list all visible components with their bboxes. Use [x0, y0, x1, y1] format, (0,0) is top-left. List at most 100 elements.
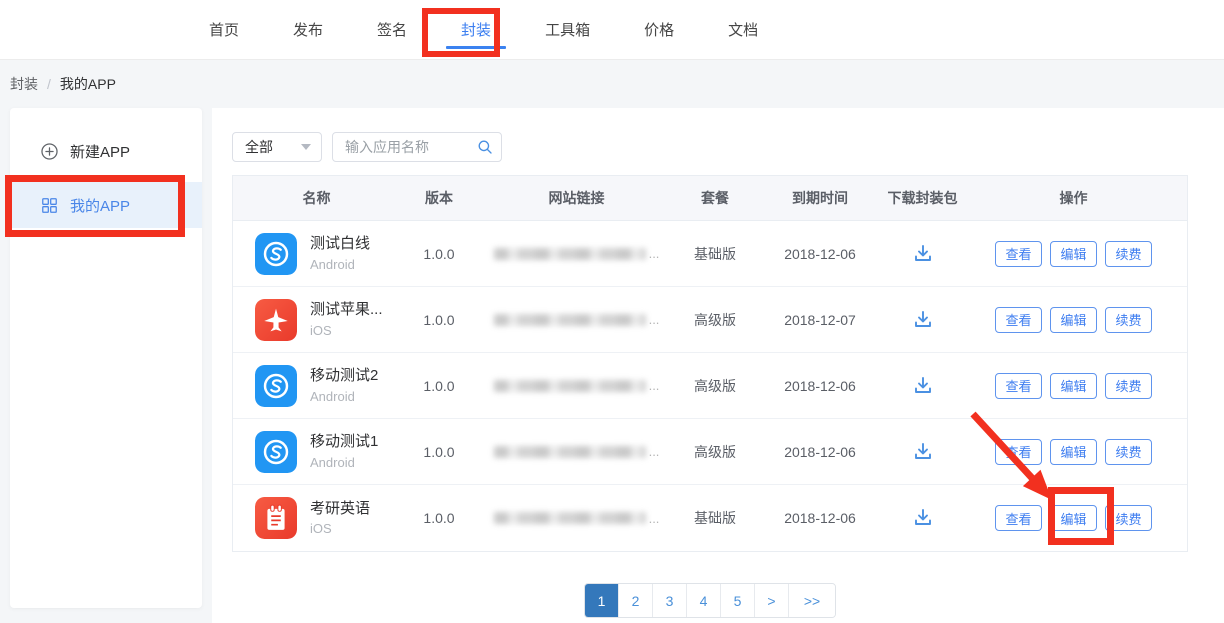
app-plan: 高级版 — [675, 442, 755, 462]
renew-button[interactable]: 续费 — [1105, 373, 1152, 399]
col-header-link: 网站链接 — [478, 188, 675, 208]
chevron-down-icon — [301, 144, 311, 150]
download-icon[interactable] — [911, 374, 935, 398]
page-4[interactable]: 4 — [687, 584, 721, 617]
app-plan: 基础版 — [675, 508, 755, 528]
app-expiry: 2018-12-07 — [755, 312, 885, 328]
redacted-link — [494, 380, 646, 392]
view-button[interactable]: 查看 — [995, 241, 1042, 267]
app-platform: iOS — [310, 521, 370, 536]
app-name: 移动测试2 — [310, 367, 378, 386]
page-1[interactable]: 1 — [585, 584, 619, 617]
breadcrumb-separator: / — [47, 76, 51, 92]
edit-button[interactable]: 编辑 — [1050, 241, 1097, 267]
nav-tab-docs[interactable]: 文档 — [726, 0, 760, 59]
app-icon-airplane — [255, 299, 297, 341]
renew-button[interactable]: 续费 — [1105, 307, 1152, 333]
renew-button[interactable]: 续费 — [1105, 505, 1152, 531]
app-version: 1.0.0 — [400, 312, 478, 328]
col-header-download: 下载封装包 — [885, 188, 960, 208]
app-plan: 高级版 — [675, 376, 755, 396]
app-platform: Android — [310, 455, 378, 470]
sidebar: 新建APP 我的APP — [10, 108, 202, 608]
app-platform: Android — [310, 389, 378, 404]
top-nav: 首页 发布 签名 封装 工具箱 价格 文档 — [0, 0, 1224, 60]
app-icon-s-browser — [255, 233, 297, 275]
breadcrumb-package[interactable]: 封装 — [10, 74, 38, 94]
col-header-expiry: 到期时间 — [755, 188, 885, 208]
app-platform: iOS — [310, 323, 383, 338]
filter-select[interactable]: 全部 — [232, 132, 322, 162]
filter-select-value: 全部 — [245, 137, 273, 157]
app-version: 1.0.0 — [400, 510, 478, 526]
table-row: 测试白线 Android 1.0.0 ... 基础版 2018-12-06 查看… — [233, 221, 1187, 287]
app-expiry: 2018-12-06 — [755, 510, 885, 526]
app-icon-s-browser — [255, 365, 297, 407]
edit-button[interactable]: 编辑 — [1050, 439, 1097, 465]
app-version: 1.0.0 — [400, 444, 478, 460]
app-platform: Android — [310, 257, 370, 272]
redacted-link — [494, 512, 646, 524]
nav-tab-price[interactable]: 价格 — [642, 0, 676, 59]
table-row: 移动测试1 Android 1.0.0 ... 高级版 2018-12-06 查… — [233, 419, 1187, 485]
sidebar-item-label: 新建APP — [70, 141, 130, 162]
grid-icon — [40, 196, 59, 215]
redacted-link — [494, 314, 646, 326]
redacted-link — [494, 446, 646, 458]
app-expiry: 2018-12-06 — [755, 246, 885, 262]
renew-button[interactable]: 续费 — [1105, 439, 1152, 465]
app-expiry: 2018-12-06 — [755, 378, 885, 394]
nav-tab-toolbox[interactable]: 工具箱 — [543, 0, 592, 59]
page-last[interactable]: >> — [789, 584, 835, 617]
view-button[interactable]: 查看 — [995, 307, 1042, 333]
col-header-plan: 套餐 — [675, 188, 755, 208]
app-expiry: 2018-12-06 — [755, 444, 885, 460]
table-row: 测试苹果... iOS 1.0.0 ... 高级版 2018-12-07 查看 … — [233, 287, 1187, 353]
redacted-link — [494, 248, 646, 260]
nav-tab-home[interactable]: 首页 — [207, 0, 241, 59]
page-next[interactable]: > — [755, 584, 789, 617]
download-icon[interactable] — [911, 242, 935, 266]
download-icon[interactable] — [911, 440, 935, 464]
download-icon[interactable] — [911, 506, 935, 530]
edit-button-row-5-highlighted[interactable]: 编辑 — [1050, 505, 1097, 531]
app-icon-notepad — [255, 497, 297, 539]
nav-tab-sign[interactable]: 签名 — [375, 0, 409, 59]
view-button[interactable]: 查看 — [995, 373, 1042, 399]
app-name: 测试白线 — [310, 235, 370, 254]
search-box — [332, 132, 502, 162]
col-header-version: 版本 — [400, 188, 478, 208]
sidebar-item-my-app[interactable]: 我的APP — [10, 182, 202, 228]
view-button[interactable]: 查看 — [995, 439, 1042, 465]
app-name: 考研英语 — [310, 500, 370, 519]
page-5[interactable]: 5 — [721, 584, 755, 617]
app-version: 1.0.0 — [400, 378, 478, 394]
app-version: 1.0.0 — [400, 246, 478, 262]
table-header: 名称 版本 网站链接 套餐 到期时间 下载封装包 操作 — [233, 176, 1187, 221]
app-plan: 基础版 — [675, 244, 755, 264]
app-window: 首页 发布 签名 封装 工具箱 价格 文档 封装 / 我的APP 新建APP — [0, 0, 1224, 623]
sidebar-item-new-app[interactable]: 新建APP — [10, 128, 202, 174]
app-name: 移动测试1 — [310, 433, 378, 452]
renew-button[interactable]: 续费 — [1105, 241, 1152, 267]
pagination-wrap: 1 2 3 4 5 > >> — [232, 583, 1188, 618]
app-name: 测试苹果... — [310, 301, 383, 320]
toolbar: 全部 — [232, 132, 1224, 162]
view-button[interactable]: 查看 — [995, 505, 1042, 531]
edit-button[interactable]: 编辑 — [1050, 373, 1097, 399]
col-header-name: 名称 — [233, 188, 400, 208]
nav-tab-package[interactable]: 封装 — [459, 0, 493, 59]
app-plan: 高级版 — [675, 310, 755, 330]
main-panel: 全部 名称 版本 网站链接 — [212, 108, 1224, 623]
app-table: 名称 版本 网站链接 套餐 到期时间 下载封装包 操作 测试白线 — [232, 175, 1188, 552]
page-3[interactable]: 3 — [653, 584, 687, 617]
col-header-actions: 操作 — [960, 188, 1187, 208]
page-body: 封装 / 我的APP 新建APP — [0, 60, 1224, 623]
download-icon[interactable] — [911, 308, 935, 332]
table-row: 移动测试2 Android 1.0.0 ... 高级版 2018-12-06 查… — [233, 353, 1187, 419]
page-2[interactable]: 2 — [619, 584, 653, 617]
search-icon[interactable] — [476, 138, 494, 156]
nav-tab-publish[interactable]: 发布 — [291, 0, 325, 59]
pagination: 1 2 3 4 5 > >> — [584, 583, 836, 618]
edit-button[interactable]: 编辑 — [1050, 307, 1097, 333]
